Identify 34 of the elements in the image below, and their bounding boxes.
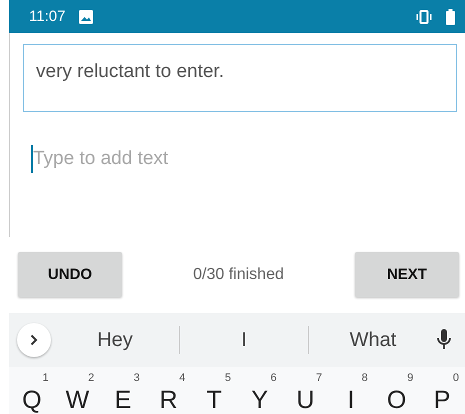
text-cursor xyxy=(31,145,33,174)
key-hint: 2 xyxy=(88,372,94,384)
word-suggestion[interactable]: What xyxy=(309,328,437,352)
key-hint: 0 xyxy=(452,372,459,384)
prompt-text: very reluctant to enter. xyxy=(23,44,457,112)
key-hint: 3 xyxy=(134,372,140,384)
key-hint: 9 xyxy=(407,372,414,384)
keyboard-key[interactable]: 7 U xyxy=(282,367,328,414)
microphone-icon[interactable] xyxy=(437,329,451,352)
keyboard-key[interactable]: 3 E xyxy=(100,367,146,414)
keyboard-key[interactable]: 5 T xyxy=(191,367,237,414)
keyboard-key[interactable]: 4 R xyxy=(146,367,192,414)
next-button[interactable]: NEXT xyxy=(354,252,459,298)
undo-button[interactable]: UNDO xyxy=(18,252,122,298)
battery-icon xyxy=(446,8,455,25)
key-hint: 4 xyxy=(179,372,186,384)
chevron-right-icon xyxy=(30,334,38,346)
key-hint: 5 xyxy=(224,372,231,384)
status-time: 11:07 xyxy=(29,8,66,26)
image-icon xyxy=(79,10,94,24)
word-suggestion[interactable]: I xyxy=(180,328,308,352)
keyboard-key[interactable]: 0 P xyxy=(419,367,465,414)
keyboard-key[interactable]: 6 Y xyxy=(236,367,283,414)
keyboard-key[interactable]: 2 W xyxy=(54,367,100,414)
keyboard-key[interactable]: 1 Q xyxy=(9,367,55,414)
progress-text: 0/30 finished xyxy=(193,266,284,284)
key-hint: 8 xyxy=(362,372,368,384)
key-hint: 6 xyxy=(270,372,277,384)
vibrate-icon xyxy=(416,10,432,24)
key-hint: 7 xyxy=(316,372,322,384)
keyboard-key[interactable]: 8 I xyxy=(328,367,374,414)
keyboard-key[interactable]: 9 O xyxy=(374,367,420,414)
word-suggestion[interactable]: Hey xyxy=(51,328,179,352)
key-hint: 1 xyxy=(42,372,49,384)
